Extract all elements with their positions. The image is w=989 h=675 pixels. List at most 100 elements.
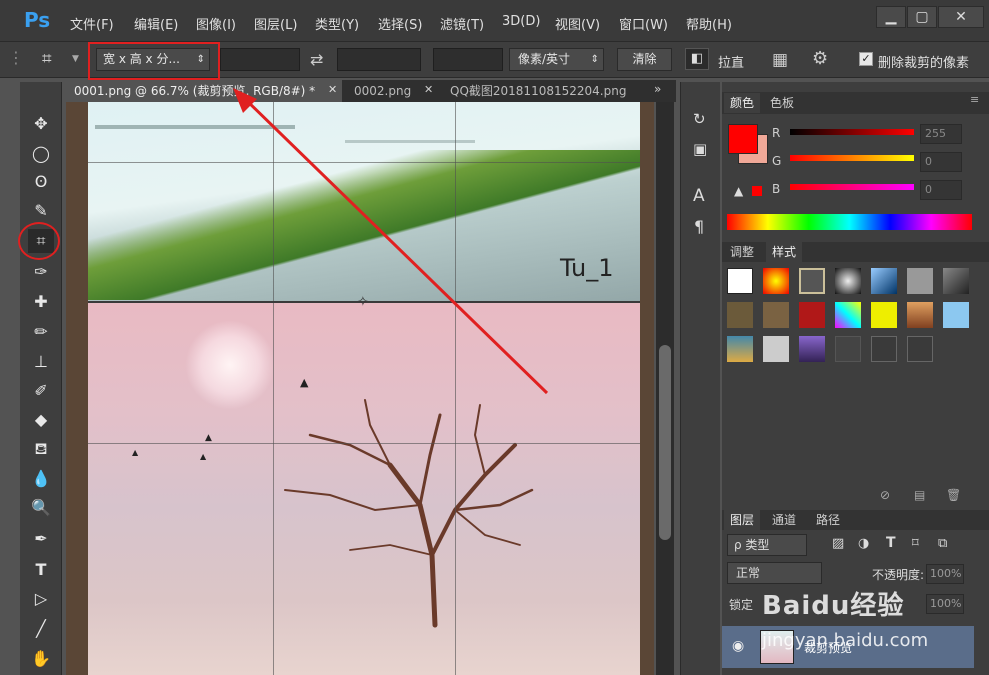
menu-3d[interactable]: 3D(D): [502, 14, 540, 29]
style-swatch[interactable]: [871, 302, 897, 328]
menu-image[interactable]: 图像(I): [196, 14, 236, 33]
scrollbar-thumb[interactable]: [659, 345, 671, 540]
style-swatch[interactable]: [763, 302, 789, 328]
menu-type[interactable]: 类型(Y): [315, 14, 359, 33]
menu-filter[interactable]: 滤镜(T): [440, 14, 484, 33]
height-field[interactable]: [337, 48, 421, 71]
tab-layers[interactable]: 图层: [724, 510, 761, 530]
stamp-tool-icon[interactable]: ⊥: [28, 350, 54, 374]
style-swatch[interactable]: [907, 302, 933, 328]
marquee-tool-icon[interactable]: ◯: [28, 142, 54, 166]
tab-swatches[interactable]: 色板: [764, 93, 800, 113]
filter-shape-icon[interactable]: ⌑: [912, 536, 919, 551]
style-swatch[interactable]: [907, 336, 933, 362]
style-swatch[interactable]: [727, 336, 753, 362]
path-select-icon[interactable]: ▷: [28, 587, 54, 611]
menu-view[interactable]: 视图(V): [555, 14, 600, 33]
style-swatch[interactable]: [763, 336, 789, 362]
resolution-field[interactable]: [433, 48, 503, 71]
filter-adjust-icon[interactable]: ◑: [858, 536, 869, 551]
style-swatch[interactable]: [871, 268, 897, 294]
menu-file[interactable]: 文件(F): [70, 14, 114, 33]
menu-edit[interactable]: 编辑(E): [134, 14, 178, 33]
healing-brush-icon[interactable]: ✚: [28, 290, 54, 314]
style-none-icon[interactable]: [727, 268, 753, 294]
style-swatch[interactable]: [799, 268, 825, 294]
paint-bucket-icon[interactable]: ⛾: [28, 437, 54, 461]
straighten-icon[interactable]: ◧: [685, 48, 709, 70]
blend-mode-select[interactable]: 正常: [727, 562, 822, 584]
g-value-field[interactable]: 0: [920, 152, 962, 172]
blur-tool-icon[interactable]: 💧: [28, 467, 54, 491]
gamut-swatch[interactable]: [752, 186, 762, 196]
eyedropper-tool-icon[interactable]: ✑: [28, 260, 54, 284]
style-swatch[interactable]: [799, 336, 825, 362]
filter-type-icon[interactable]: T: [886, 535, 896, 551]
chevron-down-icon[interactable]: ▼: [72, 54, 79, 64]
r-value-field[interactable]: 255: [920, 124, 962, 144]
style-swatch[interactable]: [943, 302, 969, 328]
filter-image-icon[interactable]: ▨: [832, 536, 844, 551]
new-style-icon[interactable]: ▤: [914, 488, 925, 502]
b-slider[interactable]: [790, 184, 914, 190]
visibility-eye-icon[interactable]: ◉: [732, 638, 744, 654]
style-swatch[interactable]: [835, 302, 861, 328]
width-field[interactable]: [220, 48, 300, 71]
tab-color[interactable]: 颜色: [724, 93, 761, 113]
restore-button[interactable]: ▢: [907, 6, 937, 28]
tab-overflow-icon[interactable]: »: [654, 82, 661, 96]
history-brush-icon[interactable]: ✐: [28, 379, 54, 403]
r-slider[interactable]: [790, 129, 914, 135]
style-swatch[interactable]: [871, 336, 897, 362]
crop-preset-icon[interactable]: ⌗: [42, 49, 52, 69]
filter-smart-icon[interactable]: ⧉: [938, 536, 947, 551]
pen-tool-icon[interactable]: ✒: [28, 527, 54, 551]
straighten-label[interactable]: 拉直: [718, 52, 744, 71]
menu-layer[interactable]: 图层(L): [254, 14, 297, 33]
swap-arrows-icon[interactable]: ⇄: [310, 50, 323, 69]
b-value-field[interactable]: 0: [920, 180, 962, 200]
cube-icon[interactable]: ▣: [693, 140, 707, 158]
close-window-button[interactable]: ✕: [938, 6, 984, 28]
history-icon[interactable]: ↻: [693, 110, 706, 128]
quick-select-tool-icon[interactable]: ✎: [28, 199, 54, 223]
style-swatch[interactable]: [835, 268, 861, 294]
move-tool-icon[interactable]: ✥: [28, 112, 54, 136]
menu-select[interactable]: 选择(S): [378, 14, 422, 33]
style-swatch[interactable]: [835, 336, 861, 362]
tab-channels[interactable]: 通道: [766, 510, 802, 530]
opacity-field[interactable]: 100%: [926, 564, 964, 584]
style-swatch[interactable]: [763, 268, 789, 294]
foreground-color-swatch[interactable]: [728, 124, 758, 154]
character-icon[interactable]: A: [693, 186, 705, 206]
style-swatch[interactable]: [907, 268, 933, 294]
style-swatch[interactable]: [799, 302, 825, 328]
color-spectrum[interactable]: [727, 214, 972, 230]
tab-adjustments[interactable]: 调整: [724, 242, 760, 262]
tab-paths[interactable]: 路径: [810, 510, 846, 530]
layer-filter-select[interactable]: ρ 类型: [727, 534, 807, 556]
overlay-grid-icon[interactable]: ▦: [772, 50, 788, 70]
paragraph-icon[interactable]: ¶: [694, 217, 704, 236]
g-slider[interactable]: [790, 155, 914, 161]
style-swatch[interactable]: [943, 268, 969, 294]
menu-help[interactable]: 帮助(H): [686, 14, 732, 33]
lasso-tool-icon[interactable]: ʘ: [28, 170, 54, 194]
tab-styles[interactable]: 样式: [766, 242, 803, 262]
clear-style-icon[interactable]: ⊘: [880, 488, 890, 502]
line-tool-icon[interactable]: ╱: [28, 617, 54, 641]
minimize-button[interactable]: ▁: [876, 6, 906, 28]
menu-window[interactable]: 窗口(W): [619, 14, 668, 33]
dodge-tool-icon[interactable]: 🔍: [28, 496, 54, 520]
hand-tool-icon[interactable]: ✋: [28, 647, 54, 671]
delete-cropped-checkbox[interactable]: ✓: [859, 52, 873, 66]
brush-tool-icon[interactable]: ✏: [28, 320, 54, 344]
clear-button[interactable]: 清除: [617, 48, 672, 71]
fill-field[interactable]: 100%: [926, 594, 964, 614]
panel-menu-icon[interactable]: ≡: [970, 93, 979, 106]
eraser-tool-icon[interactable]: ◆: [28, 408, 54, 432]
gear-icon[interactable]: ⚙: [812, 48, 828, 69]
unit-select[interactable]: 像素/英寸 ⇕: [509, 48, 604, 71]
trash-icon[interactable]: 🗑: [946, 488, 961, 502]
type-tool-icon[interactable]: T: [28, 558, 54, 582]
